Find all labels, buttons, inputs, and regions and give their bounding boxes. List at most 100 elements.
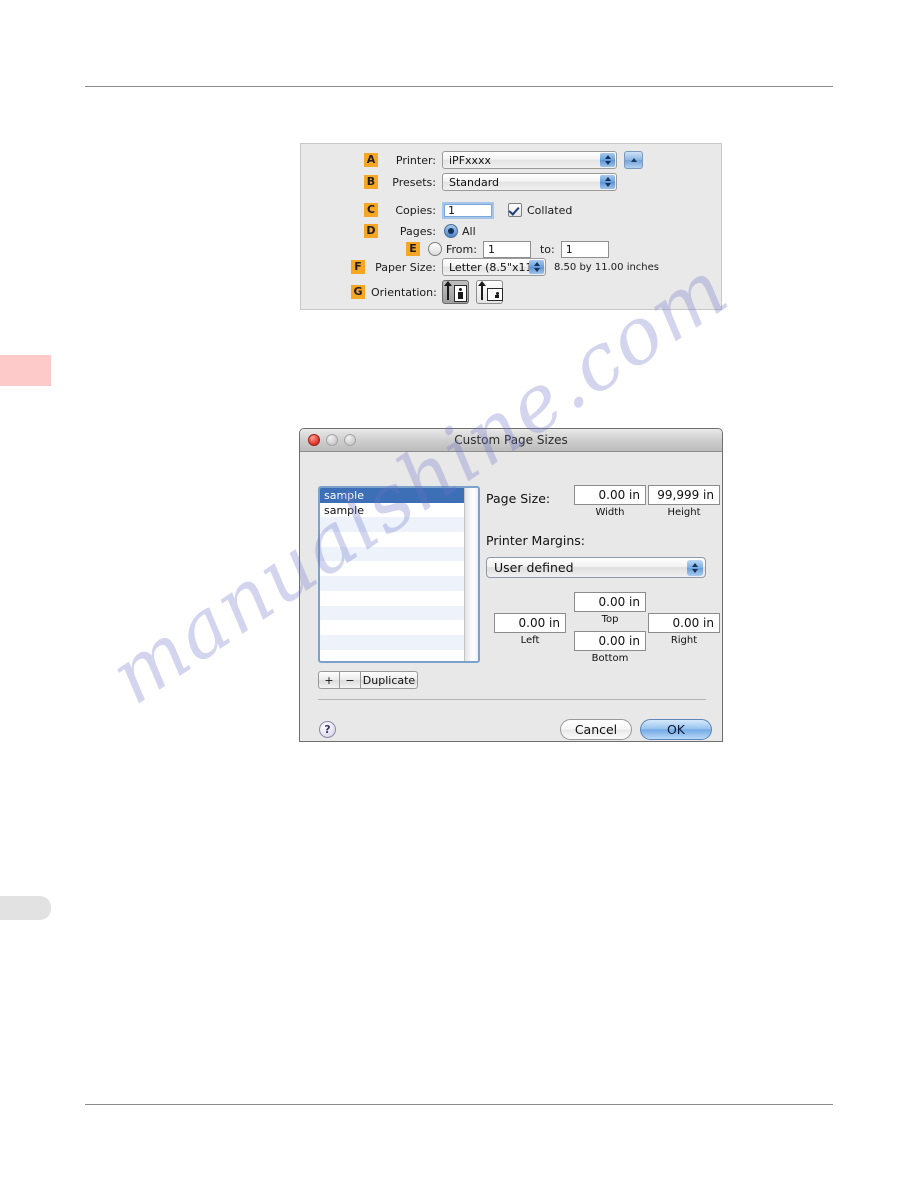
chevron-updown-icon <box>687 560 703 576</box>
collated-checkbox[interactable] <box>508 203 522 217</box>
help-button[interactable]: ? <box>319 721 336 738</box>
landscape-page-icon <box>487 288 503 301</box>
chevron-updown-icon <box>529 260 544 274</box>
page-width-caption: Width <box>595 507 625 518</box>
badge-f: F <box>351 260 365 274</box>
margin-right-value: 0.00 in <box>672 616 714 630</box>
from-label: From: <box>446 242 477 256</box>
badge-a: A <box>364 153 378 167</box>
dialog-body: sample sample + − Duplicate Page Size: 0… <box>300 452 722 741</box>
row-copies: C Copies: 1 Collated <box>364 201 572 219</box>
arrow-up-icon <box>478 281 486 300</box>
page-setup-panel: A Printer: iPFxxxx B Presets: Standard C… <box>300 143 722 310</box>
from-input-value: 1 <box>487 242 495 256</box>
list-item-empty <box>320 561 465 576</box>
orientation-label: Orientation: <box>371 285 437 299</box>
page-width-input[interactable]: 0.00 in <box>574 485 646 505</box>
row-pages: D Pages: All <box>364 222 476 240</box>
window-title: Custom Page Sizes <box>454 433 568 447</box>
copies-input[interactable]: 1 <box>442 201 494 219</box>
copies-label: Copies: <box>395 203 436 217</box>
row-presets: B Presets: Standard <box>364 173 617 191</box>
margin-top-caption: Top <box>601 614 619 625</box>
row-orientation: G Orientation: <box>351 280 503 304</box>
list-scrollbar[interactable] <box>464 488 478 661</box>
cancel-button[interactable]: Cancel <box>560 719 632 740</box>
remove-size-button[interactable]: − <box>339 671 360 689</box>
list-item-label: sample <box>324 488 364 502</box>
add-size-button[interactable]: + <box>318 671 339 689</box>
ok-button[interactable]: OK <box>640 719 712 740</box>
orientation-portrait-button[interactable] <box>442 280 469 304</box>
list-item[interactable]: sample <box>320 488 465 503</box>
collated-label: Collated <box>527 203 573 217</box>
chevron-updown-icon <box>600 175 615 189</box>
margin-left-caption: Left <box>520 635 540 646</box>
page-size-label: Page Size: <box>486 491 551 506</box>
window-titlebar[interactable]: Custom Page Sizes <box>300 429 722 452</box>
row-paper-size: F Paper Size: Letter (8.5"x11") 8.50 by … <box>351 258 659 276</box>
chevron-updown-icon <box>600 153 615 167</box>
margin-top-value: 0.00 in <box>598 595 640 609</box>
copies-input-value: 1 <box>448 203 455 217</box>
presets-label: Presets: <box>392 175 436 189</box>
to-label: to: <box>539 242 555 256</box>
list-item-empty <box>320 650 465 661</box>
badge-c: C <box>364 203 378 217</box>
printer-expand-button[interactable] <box>624 151 643 169</box>
list-item-empty <box>320 634 465 650</box>
triangle-up-icon <box>630 158 637 162</box>
list-item-empty <box>320 576 465 591</box>
header-rule <box>85 86 833 87</box>
list-item-empty <box>320 546 465 562</box>
badge-g: G <box>351 285 365 299</box>
margin-right-input[interactable]: 0.00 in <box>648 613 720 633</box>
list-item-empty <box>320 620 465 635</box>
custom-sizes-list[interactable]: sample sample <box>318 486 480 663</box>
list-item-empty <box>320 591 465 606</box>
margin-bottom-caption: Bottom <box>591 653 629 664</box>
presets-dropdown-value: Standard <box>449 175 500 189</box>
printer-margins-label: Printer Margins: <box>486 533 585 548</box>
footer-rule <box>85 1104 833 1105</box>
left-edge-marker-pink <box>0 355 51 386</box>
left-edge-marker-gray <box>0 896 51 920</box>
margin-left-value: 0.00 in <box>518 616 560 630</box>
list-item[interactable]: sample <box>320 503 465 518</box>
paper-size-dropdown-value: Letter (8.5"x11") <box>449 260 542 274</box>
page-height-value: 99,999 in <box>657 488 714 502</box>
to-input[interactable]: 1 <box>560 240 609 258</box>
margin-bottom-input[interactable]: 0.00 in <box>574 631 646 651</box>
printer-dropdown-value: iPFxxxx <box>449 153 492 167</box>
printer-margins-dropdown[interactable]: User defined <box>486 557 706 578</box>
printer-dropdown[interactable]: iPFxxxx <box>442 151 617 169</box>
margin-left-input[interactable]: 0.00 in <box>494 613 566 633</box>
badge-e: E <box>406 242 420 256</box>
paper-size-label: Paper Size: <box>375 260 436 274</box>
page-height-input[interactable]: 99,999 in <box>648 485 720 505</box>
duplicate-size-button[interactable]: Duplicate <box>360 671 418 689</box>
page-width-value: 0.00 in <box>598 488 640 502</box>
to-input-value: 1 <box>565 242 573 256</box>
list-rows: sample sample <box>320 488 465 661</box>
custom-page-sizes-window: Custom Page Sizes sample sample + − Dupl… <box>299 428 723 742</box>
presets-dropdown[interactable]: Standard <box>442 173 617 191</box>
printer-margins-dropdown-value: User defined <box>494 560 574 575</box>
list-item-empty <box>320 532 465 547</box>
list-item-empty <box>320 517 465 533</box>
pages-all-radio[interactable] <box>444 224 458 238</box>
margin-bottom-value: 0.00 in <box>598 634 640 648</box>
pages-range-radio[interactable] <box>428 242 442 256</box>
list-item-label: sample <box>324 503 364 517</box>
margin-right-caption: Right <box>670 635 698 646</box>
portrait-page-icon <box>454 285 467 302</box>
from-input[interactable]: 1 <box>482 240 531 258</box>
orientation-landscape-button[interactable] <box>476 280 503 304</box>
paper-size-dropdown[interactable]: Letter (8.5"x11") <box>442 258 546 276</box>
list-actions: + − Duplicate <box>318 671 418 689</box>
list-item-empty <box>320 605 465 621</box>
badge-d: D <box>364 224 378 238</box>
margin-top-input[interactable]: 0.00 in <box>574 592 646 612</box>
footer-divider <box>318 699 706 700</box>
row-page-range: E From: 1 to: 1 <box>406 240 609 258</box>
